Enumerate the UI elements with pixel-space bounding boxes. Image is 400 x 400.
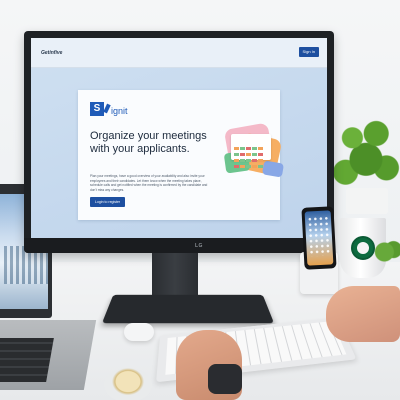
schedule-cell (234, 159, 239, 162)
laptop-keyboard (0, 338, 54, 382)
mouse (124, 323, 154, 341)
schedule-row (234, 149, 268, 162)
schedule-row (234, 143, 268, 156)
plant-pot (346, 188, 388, 214)
site-header: Getinfive Sign In (31, 38, 327, 68)
sign-in-button[interactable]: Sign In (298, 47, 319, 57)
coffee-glass (104, 368, 152, 400)
schedule-cell (240, 159, 245, 162)
monitor-screen: Getinfive Sign In S ignit Organize your … (31, 38, 327, 238)
pen-icon (103, 103, 111, 114)
schedule-cell (240, 165, 245, 168)
smartphone-app-icons (306, 215, 332, 257)
schedule-row (234, 155, 268, 168)
schedule-sheet (231, 134, 271, 168)
monitor-chin (24, 238, 334, 253)
small-plant (374, 240, 400, 264)
schedule-cell (258, 165, 263, 168)
monitor-stand-base (101, 294, 275, 324)
monitor-brand-logo: LG (195, 243, 203, 249)
hero-card: S ignit Organize your meetings with your… (78, 90, 285, 220)
schedule-cell (234, 165, 239, 168)
right-hand (326, 286, 400, 342)
login-button[interactable]: Login to register (90, 197, 126, 207)
plant (332, 112, 400, 198)
hero-headline: Organize your meetings with your applica… (90, 130, 207, 155)
hero-description: Plan your meetings, have a good overview… (90, 174, 208, 192)
schedule-cell (246, 165, 251, 168)
cup-logo-inner (357, 242, 369, 254)
schedule-cell (252, 165, 257, 168)
schedule-cell (258, 159, 263, 162)
product-logo-icon: S (90, 102, 104, 116)
smartwatch (208, 364, 242, 394)
monitor-stand-neck (152, 253, 198, 295)
schedule-cell (252, 159, 257, 162)
site-logo[interactable]: Getinfive (41, 50, 62, 56)
schedule-cell (246, 159, 251, 162)
schedule-illustration (223, 122, 285, 184)
product-name: ignit (111, 106, 128, 116)
schedule-row (234, 137, 268, 150)
illustration-shape-blue (261, 160, 285, 178)
